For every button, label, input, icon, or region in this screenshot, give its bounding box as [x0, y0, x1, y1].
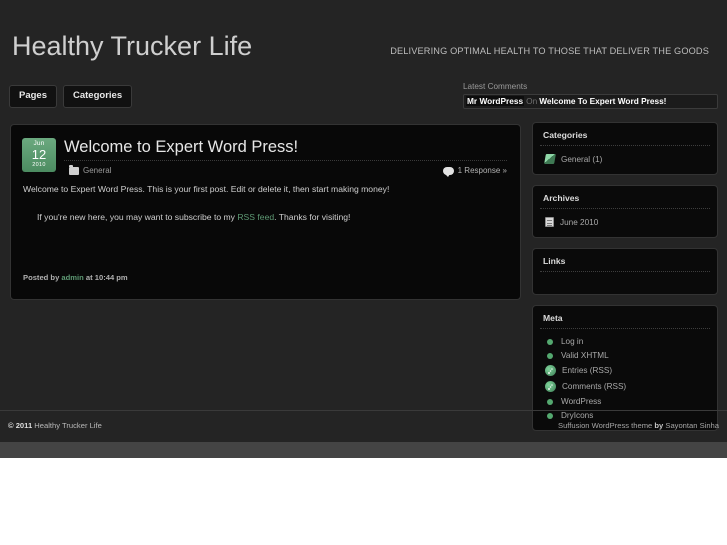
post-footer-byline: Posted by admin at 10:44 pm [23, 273, 128, 282]
widget-archives: Archives June 2010 [532, 185, 718, 238]
meta-login-label[interactable]: Log in [561, 337, 583, 346]
footer-copyright-text: Healthy Trucker Life [32, 421, 102, 430]
nav-button-pages[interactable]: Pages [9, 85, 57, 108]
folder-icon [69, 164, 79, 175]
sidebar: Categories General (1) Archives June 201… [532, 122, 718, 441]
footer-copyright: © 2011 Healthy Trucker Life [8, 421, 102, 430]
rss-icon [545, 365, 556, 376]
widget-categories: Categories General (1) [532, 122, 718, 175]
bullet-dot-icon [547, 352, 553, 359]
meta-valid-xhtml-label[interactable]: Valid XHTML [561, 351, 609, 360]
post-title[interactable]: Welcome to Expert Word Press! [64, 138, 298, 157]
book-icon [544, 154, 556, 164]
bullet-dot-icon [547, 398, 553, 405]
byline-time: at 10:44 pm [83, 273, 128, 282]
nav-button-group: Pages Categories [9, 85, 133, 108]
meta-entries-rss-label[interactable]: Entries (RSS) [562, 366, 612, 375]
widget-links: Links [532, 248, 718, 295]
list-item[interactable]: Comments (RSS) [545, 379, 717, 395]
bullet-dot-icon [547, 338, 553, 345]
footer-copyright-mark: © 2011 [8, 421, 33, 430]
list-item[interactable]: June 2010 [545, 215, 717, 230]
site-shell: Healthy Trucker Life DELIVERING OPTIMAL … [0, 0, 727, 442]
post-category-label[interactable]: General [83, 166, 111, 175]
post-responses-link[interactable]: 1 Response » [442, 166, 507, 177]
footer-credit-pre: Suffusion WordPress theme [558, 421, 655, 430]
post-date-year: 2010 [32, 162, 46, 168]
meta-wordpress-label[interactable]: WordPress [561, 397, 601, 406]
post-title-divider [64, 160, 507, 161]
widget-categories-title: Categories [543, 130, 588, 140]
post-paragraph-1: Welcome to Expert Word Press. This is yo… [23, 184, 390, 194]
post-meta-row: General 1 Response » [64, 164, 507, 180]
post-paragraph-2: If you're new here, you may want to subs… [37, 211, 503, 223]
post-header: Jun 12 2010 Welcome to Expert Word Press… [11, 125, 520, 181]
footer-credit-author[interactable]: Sayontan Sinha [665, 421, 719, 430]
post-paragraph-2-pre: If you're new here, you may want to subs… [37, 212, 238, 222]
widget-archives-title: Archives [543, 193, 580, 203]
post-body: Welcome to Expert Word Press. This is yo… [23, 183, 503, 223]
latest-comment-post-title[interactable]: Welcome To Expert Word Press! [539, 96, 666, 106]
category-general-label[interactable]: General (1) [561, 155, 602, 164]
site-tagline: DELIVERING OPTIMAL HEALTH TO THOSE THAT … [390, 46, 709, 56]
site-title[interactable]: Healthy Trucker Life [12, 31, 252, 62]
meta-comments-rss-label[interactable]: Comments (RSS) [562, 382, 626, 391]
post-date-day: 12 [31, 147, 47, 162]
post-responses-label[interactable]: 1 Response » [458, 166, 507, 175]
post-category-link[interactable]: General [69, 164, 111, 175]
widget-divider [540, 271, 710, 272]
site-header: Healthy Trucker Life DELIVERING OPTIMAL … [0, 0, 727, 78]
latest-comment-connector: On [526, 96, 538, 106]
byline-prefix: Posted by [23, 273, 62, 282]
post-paragraph-2-post: . Thanks for visiting! [274, 212, 351, 222]
latest-comments-ticker[interactable]: Mr WordPress On Welcome To Expert Word Pre… [463, 94, 718, 109]
rss-icon [545, 381, 556, 392]
content-area: Jun 12 2010 Welcome to Expert Word Press… [0, 112, 727, 431]
post-article: Jun 12 2010 Welcome to Expert Word Press… [10, 124, 521, 300]
archive-june-2010-label[interactable]: June 2010 [560, 218, 598, 227]
widget-categories-list: General (1) [533, 152, 717, 167]
nav-button-categories[interactable]: Categories [63, 85, 133, 108]
site-footer: © 2011 Healthy Trucker Life Suffusion Wo… [0, 410, 727, 442]
list-item[interactable]: WordPress [545, 395, 717, 409]
viewport-white-area [0, 458, 727, 545]
page-root: Healthy Trucker Life DELIVERING OPTIMAL … [0, 0, 727, 545]
list-item[interactable]: Valid XHTML [545, 349, 717, 363]
widget-divider [540, 328, 710, 329]
post-date-badge: Jun 12 2010 [22, 138, 56, 172]
comment-bubble-icon [442, 166, 454, 177]
list-item[interactable]: Log in [545, 335, 717, 349]
footer-theme-credit: Suffusion WordPress theme by Sayontan Si… [558, 421, 719, 430]
list-item[interactable]: Entries (RSS) [545, 363, 717, 379]
footer-credit-by: by [654, 421, 666, 430]
widget-divider [540, 208, 710, 209]
widget-meta-title: Meta [543, 313, 563, 323]
calendar-icon [545, 217, 554, 227]
widget-links-title: Links [543, 256, 566, 266]
list-item[interactable]: General (1) [544, 152, 717, 167]
latest-comment-item[interactable]: Mr WordPress On Welcome To Expert Word Pre… [466, 96, 666, 107]
below-page-strip [0, 442, 727, 458]
rss-feed-link[interactable]: RSS feed [237, 212, 274, 222]
latest-comment-author[interactable]: Mr WordPress [466, 96, 525, 106]
widget-archives-list: June 2010 [533, 215, 717, 230]
widget-divider [540, 145, 710, 146]
latest-comments-title: Latest Comments [463, 82, 528, 91]
latest-comments-widget: Latest Comments Mr WordPress On Welcome To… [463, 82, 718, 109]
widget-links-empty [533, 278, 717, 287]
author-link[interactable]: admin [61, 273, 83, 282]
